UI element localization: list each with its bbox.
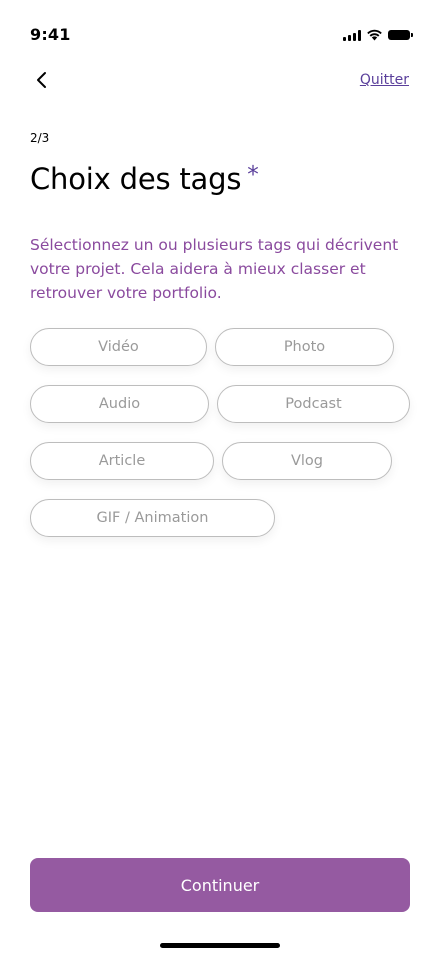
tag-audio[interactable]: Audio <box>30 385 209 423</box>
required-marker: * <box>247 162 259 188</box>
wifi-icon <box>367 29 382 41</box>
page-title-text: Choix des tags <box>30 162 242 196</box>
tag-video[interactable]: Vidéo <box>30 328 207 366</box>
page-title: Choix des tags * <box>30 162 259 196</box>
step-indicator: 2/3 <box>30 131 50 145</box>
quit-link[interactable]: Quitter <box>360 72 409 88</box>
battery-icon <box>388 30 413 40</box>
tag-podcast[interactable]: Podcast <box>217 385 410 423</box>
status-bar: 9:41 <box>0 0 440 70</box>
tag-list: Vidéo Photo Audio Podcast Article Vlog G… <box>30 328 420 548</box>
chevron-left-icon <box>37 72 46 88</box>
tag-photo[interactable]: Photo <box>215 328 394 366</box>
back-button[interactable] <box>30 68 54 92</box>
continue-button[interactable]: Continuer <box>30 858 410 912</box>
tag-gif-animation[interactable]: GIF / Animation <box>30 499 275 537</box>
tag-article[interactable]: Article <box>30 442 214 480</box>
status-icons <box>343 29 413 41</box>
cellular-signal-icon <box>343 29 361 41</box>
page-description: Sélectionnez un ou plusieurs tags qui dé… <box>30 235 399 302</box>
tag-vlog[interactable]: Vlog <box>222 442 392 480</box>
home-indicator <box>160 943 280 948</box>
status-time: 9:41 <box>30 25 71 44</box>
